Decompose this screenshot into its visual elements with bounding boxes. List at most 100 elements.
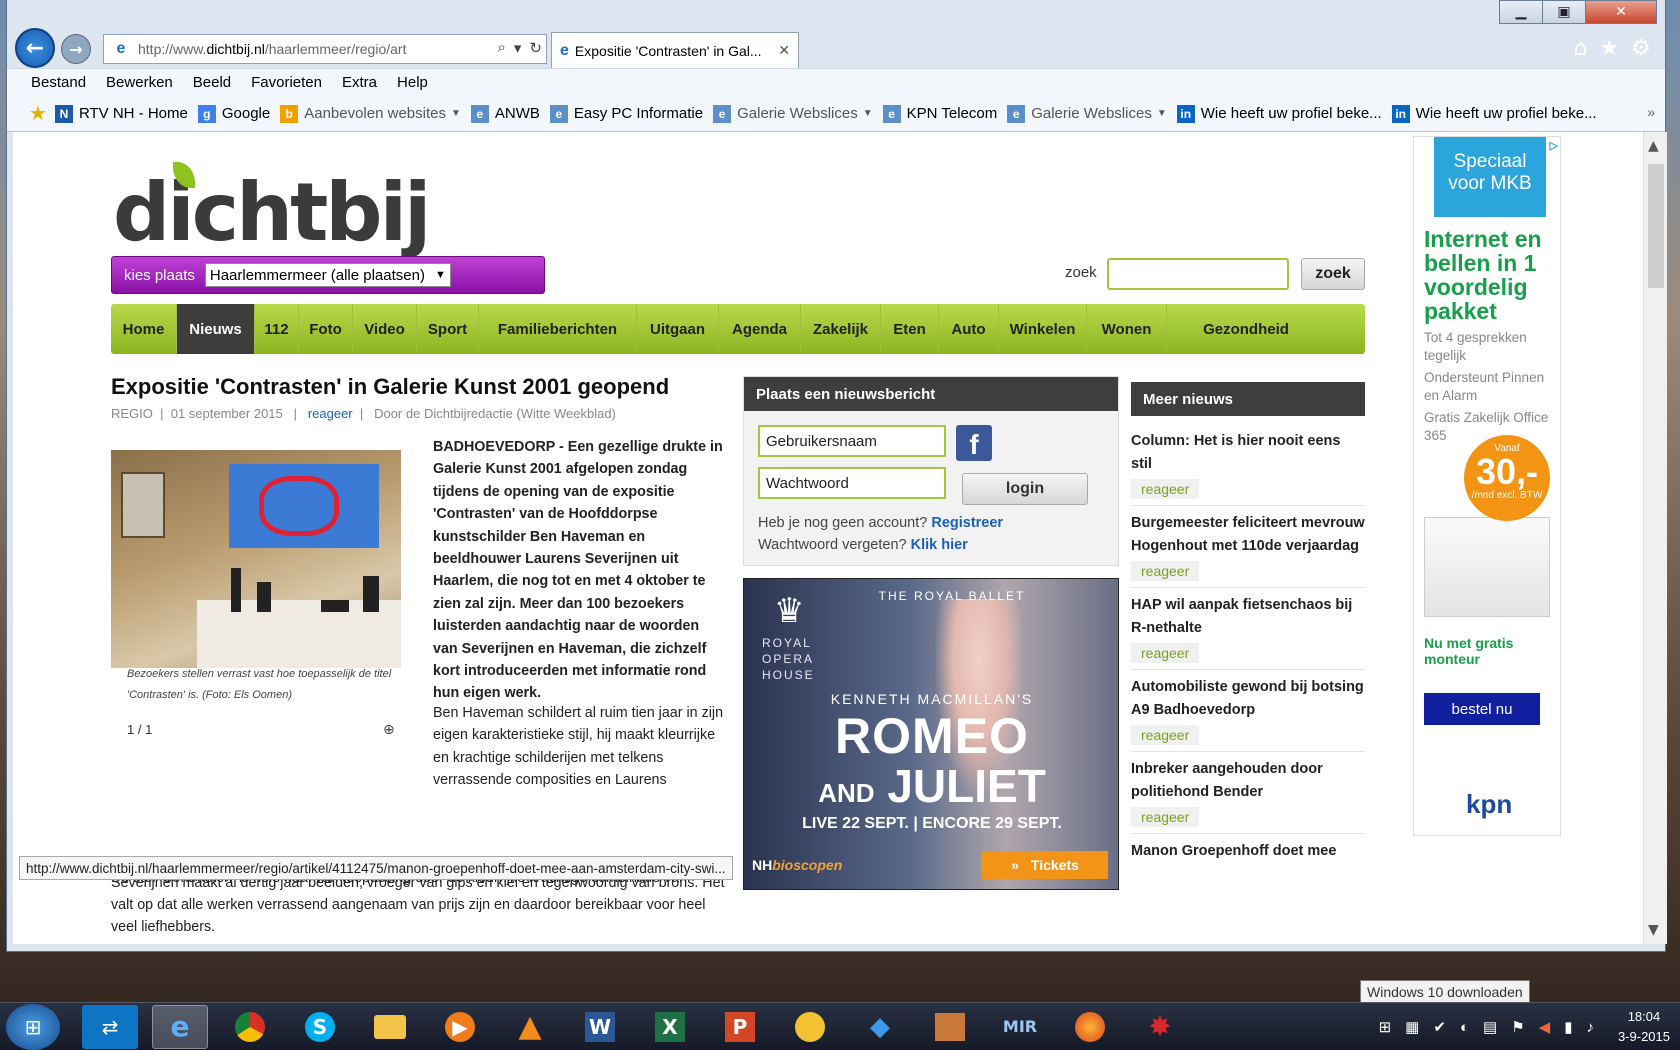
nav-wonen[interactable]: Wonen [1087,304,1167,354]
news-link[interactable]: Inbreker aangehouden door politiehond Be… [1131,758,1365,803]
nav-nieuws[interactable]: Nieuws [177,304,255,354]
favorite-kpn[interactable]: e KPN Telecom [882,104,997,123]
favorite-easypc[interactable]: e Easy PC Informatie [549,104,703,123]
adchoices-icon[interactable]: ▷ [1550,139,1558,152]
kpn-ad[interactable]: Speciaal voor MKB ▷ Internet en bellen i… [1413,136,1561,836]
ballet-ad[interactable]: ♛ THE ROYAL BALLET ROYAL OPERA HOUSE KENNE… [743,578,1119,890]
login-button[interactable]: login [962,473,1088,505]
menu-help[interactable]: Help [397,74,428,91]
nav-eten[interactable]: Eten [881,304,939,354]
mir-icon[interactable]: MIR [992,1005,1048,1049]
reply-link[interactable]: reageer [308,406,353,421]
powerpoint-icon[interactable]: P [712,1005,768,1049]
zoom-icon[interactable]: ⊕ [383,722,395,738]
nav-zakelijk[interactable]: Zakelijk [801,304,881,354]
nav-agenda[interactable]: Agenda [719,304,801,354]
reply-button[interactable]: reageer [1131,561,1200,581]
site-logo[interactable]: dichtbij [113,166,431,259]
place-select[interactable]: Haarlemmermeer (alle plaatsen) ▼ [204,263,451,287]
flag-icon[interactable]: ⚑ [1511,1018,1524,1036]
refresh-icon[interactable]: ↻ [529,39,542,57]
favorite-webslices-2[interactable]: e Galerie Webslices ▼ [1007,104,1167,123]
nav-home[interactable]: Home [111,304,177,354]
nav-foto[interactable]: Foto [299,304,353,354]
news-link[interactable]: Manon Groepenhoff doet mee [1131,840,1365,863]
article-photo[interactable] [111,450,401,668]
reply-button[interactable]: reageer [1131,807,1200,827]
star-icon[interactable]: ★ [1600,36,1620,61]
favorite-rtvnh[interactable]: N RTV NH - Home [54,104,188,123]
username-field[interactable]: Gebruikersnaam [758,425,946,457]
favorite-webslices-1[interactable]: e Galerie Webslices ▼ [713,104,873,123]
news-link[interactable]: Column: Het is hier nooit eens stil [1131,430,1365,475]
security-icon[interactable]: ✔ [1433,1018,1446,1036]
skype-icon[interactable]: S [292,1005,348,1049]
dropdown-icon[interactable]: ▾ [514,39,522,57]
start-button[interactable]: ⊞ [6,1003,60,1050]
favorite-google[interactable]: g Google [197,104,270,123]
sync-icon[interactable]: ◐ [1460,1019,1469,1036]
archive-icon[interactable] [922,1005,978,1049]
windows-update-icon[interactable]: ⊞ [1379,1018,1392,1036]
excel-icon[interactable]: X [642,1005,698,1049]
news-link[interactable]: HAP wil aanpak fietsenchaos bij R-nethal… [1131,594,1365,639]
clock[interactable]: 18:04 3-9-2015 [1618,1007,1670,1047]
search-button[interactable]: zoek [1301,258,1365,290]
tab-article[interactable]: e Expositie 'Contrasten' in Gal... ✕ [551,32,799,68]
scroll-up-icon[interactable]: ▲ [1648,138,1659,154]
favorite-anwb[interactable]: e ANWB [470,104,540,123]
signal-icon[interactable]: ▮ [1564,1018,1572,1036]
click-here-link[interactable]: Klik hier [911,537,968,553]
reply-button[interactable]: reageer [1131,479,1200,499]
outlook-icon[interactable] [782,1005,838,1049]
nav-auto[interactable]: Auto [939,304,999,354]
favorite-linkedin-2[interactable]: in Wie heeft uw profiel beke... [1391,104,1597,123]
reply-button[interactable]: reageer [1131,643,1200,663]
explorer-icon[interactable] [362,1005,418,1049]
menu-favorieten[interactable]: Favorieten [251,74,322,91]
vertical-scrollbar[interactable]: ▲ ▼ [1643,132,1667,944]
news-link[interactable]: Automobiliste gewond bij botsing A9 Badh… [1131,676,1365,721]
gear-icon[interactable]: ⚙ [1631,36,1651,61]
vlc-icon[interactable]: ▲ [502,1005,558,1049]
game-icon[interactable]: ✸ [1132,1005,1188,1049]
dropbox-icon[interactable]: ◆ [852,1005,908,1049]
more-favorites-icon[interactable]: » [1647,104,1655,120]
reply-button[interactable]: reageer [1131,725,1200,745]
forward-button[interactable]: → [61,34,91,64]
nav-112[interactable]: 112 [255,304,299,354]
alert-icon[interactable]: ◀ [1539,1018,1551,1036]
address-bar[interactable]: e http://www. dichtbij.nl/haarlemmeer/reg… [103,34,547,64]
scroll-down-icon[interactable]: ▼ [1648,922,1659,938]
minimize-button[interactable]: ▁ [1499,0,1543,24]
ie-icon[interactable]: e [152,1004,208,1049]
nav-familieberichten[interactable]: Familieberichten [479,304,637,354]
menu-extra[interactable]: Extra [342,74,377,91]
media-player-icon[interactable]: ▶ [432,1005,488,1049]
order-button[interactable]: bestel nu [1424,693,1540,725]
chrome-icon[interactable] [222,1005,278,1049]
favorite-aanbevolen[interactable]: b Aanbevolen websites ▼ [280,104,461,123]
nav-video[interactable]: Video [353,304,417,354]
network-icon[interactable]: ▦ [1405,1018,1419,1036]
favorite-linkedin-1[interactable]: in Wie heeft uw profiel beke... [1176,104,1382,123]
register-link[interactable]: Registreer [931,515,1003,531]
nav-winkelen[interactable]: Winkelen [999,304,1087,354]
close-button[interactable]: ✕ [1585,0,1657,24]
teamviewer-icon[interactable]: ⇄ [82,1004,138,1049]
back-button[interactable]: ← [15,28,55,68]
news-link[interactable]: Burgemeester feliciteert mevrouw Hogenho… [1131,512,1365,557]
home-icon[interactable]: ⌂ [1574,36,1588,61]
word-icon[interactable]: W [572,1005,628,1049]
menu-beeld[interactable]: Beeld [193,74,231,91]
menu-bewerken[interactable]: Bewerken [106,74,173,91]
favorites-star-icon[interactable]: ★ [29,101,47,126]
password-field[interactable]: Wachtwoord [758,467,946,499]
nav-sport[interactable]: Sport [417,304,479,354]
nav-gezondheid[interactable]: Gezondheid [1167,304,1325,354]
search-icon[interactable]: ⌕ [497,39,505,57]
volume-icon[interactable]: ♪ [1586,1019,1594,1036]
keyboard-icon[interactable]: ▤ [1483,1018,1497,1036]
search-input[interactable] [1107,258,1289,290]
nav-uitgaan[interactable]: Uitgaan [637,304,719,354]
